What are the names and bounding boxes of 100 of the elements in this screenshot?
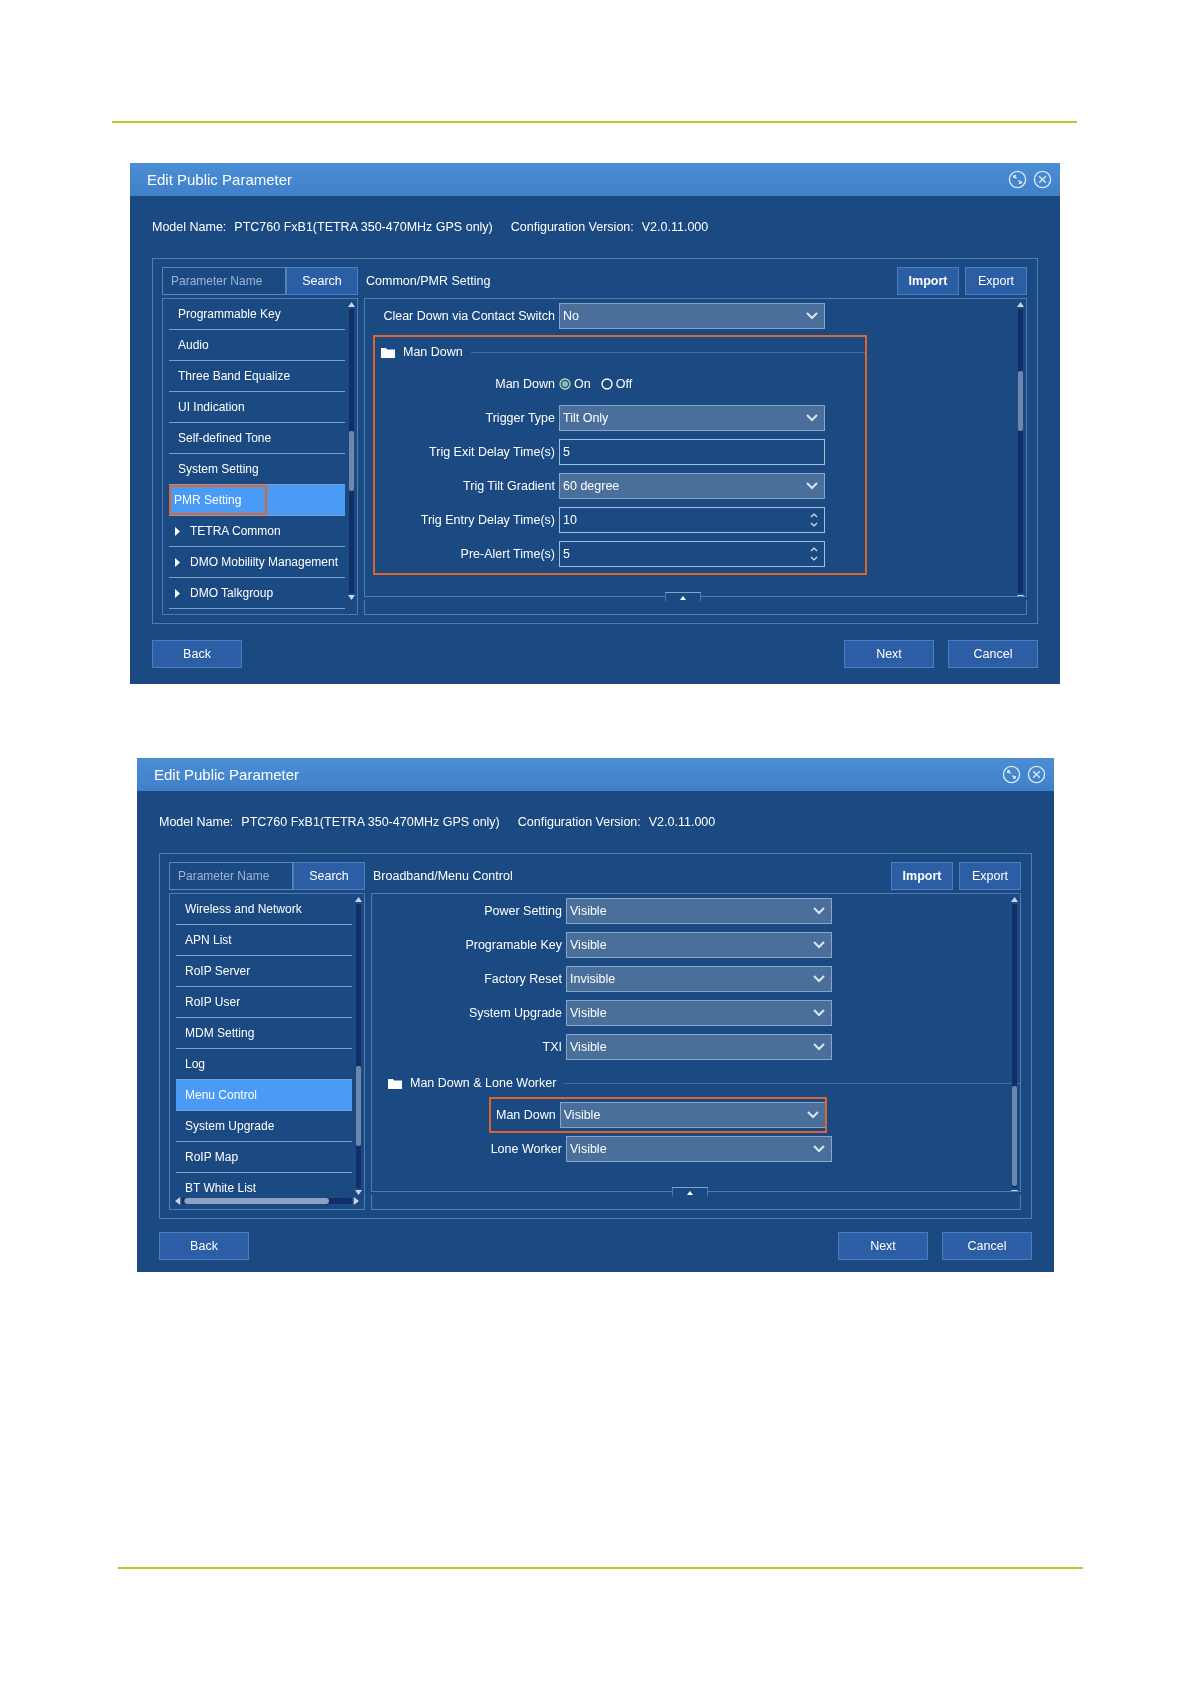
radio-circle-icon[interactable] bbox=[559, 378, 571, 390]
section-title: Man Down & Lone Worker bbox=[410, 1076, 557, 1090]
field-label: Clear Down via Contact Switch bbox=[382, 309, 555, 323]
field-label: Lone Worker bbox=[489, 1142, 562, 1156]
window-title: Edit Public Parameter bbox=[154, 766, 301, 783]
import-button[interactable]: Import bbox=[891, 862, 953, 890]
nav-item[interactable]: RoIP Server bbox=[176, 956, 352, 987]
dropdown[interactable]: Visible bbox=[559, 1102, 826, 1128]
model-label: Model Name: bbox=[159, 815, 234, 829]
restore-icon[interactable] bbox=[1002, 765, 1021, 784]
field-label: Power Setting bbox=[483, 904, 562, 918]
caret-icon[interactable] bbox=[175, 526, 181, 536]
nav-item[interactable]: Audio bbox=[169, 330, 345, 361]
version-value: V2.0.11.000 bbox=[648, 815, 716, 829]
nav-item[interactable]: Self-defined Tone bbox=[169, 423, 345, 454]
nav-item[interactable]: DMO Talkgroup bbox=[169, 578, 345, 609]
version-value: V2.0.11.000 bbox=[641, 220, 709, 234]
close-icon[interactable] bbox=[1027, 765, 1046, 784]
dropdown[interactable]: No bbox=[559, 303, 825, 329]
field-label: Man Down bbox=[496, 1108, 556, 1122]
chevron-icon[interactable] bbox=[813, 1145, 825, 1153]
model-value: PTC760 FxB1(TETRA 350-470MHz GPS only) bbox=[234, 220, 493, 234]
dropdown[interactable]: Visible bbox=[566, 898, 832, 924]
scrollbar[interactable] bbox=[355, 896, 362, 1196]
back-button[interactable]: Back bbox=[152, 640, 242, 668]
chevron-icon[interactable] bbox=[806, 312, 818, 320]
dropdown[interactable]: Visible bbox=[566, 1034, 832, 1060]
chevron-icon[interactable] bbox=[813, 975, 825, 983]
field-label: TXI bbox=[541, 1040, 562, 1054]
spinner-arrows-icon[interactable] bbox=[810, 512, 818, 528]
cancel-button[interactable]: Cancel bbox=[948, 640, 1038, 668]
scrollbar[interactable] bbox=[1017, 301, 1024, 596]
close-icon[interactable] bbox=[1033, 170, 1052, 189]
number-field[interactable]: 5 bbox=[559, 541, 825, 567]
scrollbar[interactable] bbox=[1011, 896, 1018, 1191]
field-label: Programable Key bbox=[464, 938, 562, 952]
spinner-arrows-icon[interactable] bbox=[810, 546, 818, 562]
chevron-icon[interactable] bbox=[813, 1009, 825, 1017]
nav-item[interactable]: APN List bbox=[176, 925, 352, 956]
version-label: Configuration Version: bbox=[510, 220, 634, 234]
field-label: Trigger Type bbox=[484, 411, 555, 425]
restore-icon[interactable] bbox=[1008, 170, 1027, 189]
nav-item[interactable]: RoIP User bbox=[176, 987, 352, 1018]
radio-option[interactable]: Off bbox=[600, 377, 633, 391]
import-button[interactable]: Import bbox=[897, 267, 959, 295]
folder-icon bbox=[388, 1077, 402, 1089]
search-button[interactable]: Search bbox=[286, 267, 358, 295]
up-arrow-icon[interactable] bbox=[665, 592, 701, 602]
nav-item[interactable]: System Upgrade bbox=[176, 1111, 352, 1142]
version-label: Configuration Version: bbox=[517, 815, 641, 829]
export-button[interactable]: Export bbox=[965, 267, 1027, 295]
next-button[interactable]: Next bbox=[844, 640, 934, 668]
back-button[interactable]: Back bbox=[159, 1231, 249, 1260]
dropdown[interactable]: Tilt Only bbox=[559, 405, 825, 431]
nav-item[interactable]: Programmable Key bbox=[169, 299, 345, 330]
field-label: Factory Reset bbox=[483, 972, 562, 986]
chevron-icon[interactable] bbox=[806, 414, 818, 422]
caret-icon[interactable] bbox=[175, 557, 181, 567]
field-label: Pre-Alert Time(s) bbox=[459, 547, 555, 561]
dropdown[interactable]: Visible bbox=[566, 1136, 832, 1162]
input-field[interactable]: 5 bbox=[559, 439, 825, 465]
field-label: Trig Entry Delay Time(s) bbox=[419, 513, 555, 527]
window-title: Edit Public Parameter bbox=[147, 171, 294, 188]
breadcrumb: Broadband/Menu Control bbox=[372, 869, 514, 883]
search-field[interactable]: Parameter Name bbox=[162, 267, 286, 295]
section-title: Man Down bbox=[403, 345, 463, 359]
chevron-icon[interactable] bbox=[806, 1111, 819, 1119]
field-label: Trig Exit Delay Time(s) bbox=[428, 445, 555, 459]
number-field[interactable]: 10 bbox=[559, 507, 825, 533]
next-button[interactable]: Next bbox=[838, 1231, 928, 1260]
up-arrow-icon[interactable] bbox=[672, 1187, 708, 1197]
dropdown[interactable]: Invisible bbox=[566, 966, 832, 992]
model-value: PTC760 FxB1(TETRA 350-470MHz GPS only) bbox=[241, 815, 500, 829]
field-label: Trig Tilt Gradient bbox=[462, 479, 555, 493]
radio-option[interactable]: On bbox=[559, 377, 591, 391]
dropdown[interactable]: Visible bbox=[566, 932, 832, 958]
scrollbar[interactable] bbox=[174, 1195, 360, 1207]
search-field[interactable]: Parameter Name bbox=[169, 862, 293, 890]
export-button[interactable]: Export bbox=[959, 862, 1021, 890]
dropdown[interactable]: 60 degree bbox=[559, 473, 825, 499]
nav-item[interactable]: MDM Setting bbox=[176, 1018, 352, 1049]
chevron-icon[interactable] bbox=[806, 482, 818, 490]
cancel-button[interactable]: Cancel bbox=[942, 1231, 1032, 1260]
chevron-icon[interactable] bbox=[813, 941, 825, 949]
nav-item[interactable]: Wireless and Network bbox=[176, 894, 352, 925]
field-label: System Upgrade bbox=[467, 1006, 562, 1020]
dropdown[interactable]: Visible bbox=[566, 1000, 832, 1026]
model-label: Model Name: bbox=[152, 220, 227, 234]
chevron-icon[interactable] bbox=[813, 1043, 825, 1051]
nav-item[interactable]: UI Indication bbox=[169, 392, 345, 423]
scrollbar[interactable] bbox=[348, 301, 355, 601]
nav-item[interactable]: TETRA Common bbox=[169, 516, 345, 547]
breadcrumb: Common/PMR Setting bbox=[365, 274, 492, 288]
search-button[interactable]: Search bbox=[293, 862, 365, 890]
nav-item[interactable]: RoIP Map bbox=[176, 1142, 352, 1173]
nav-item[interactable]: DMO Mobililty Management bbox=[169, 547, 345, 578]
chevron-icon[interactable] bbox=[813, 907, 825, 915]
folder-icon bbox=[381, 346, 395, 358]
caret-icon[interactable] bbox=[175, 588, 181, 598]
nav-item[interactable]: Three Band Equalize bbox=[169, 361, 345, 392]
